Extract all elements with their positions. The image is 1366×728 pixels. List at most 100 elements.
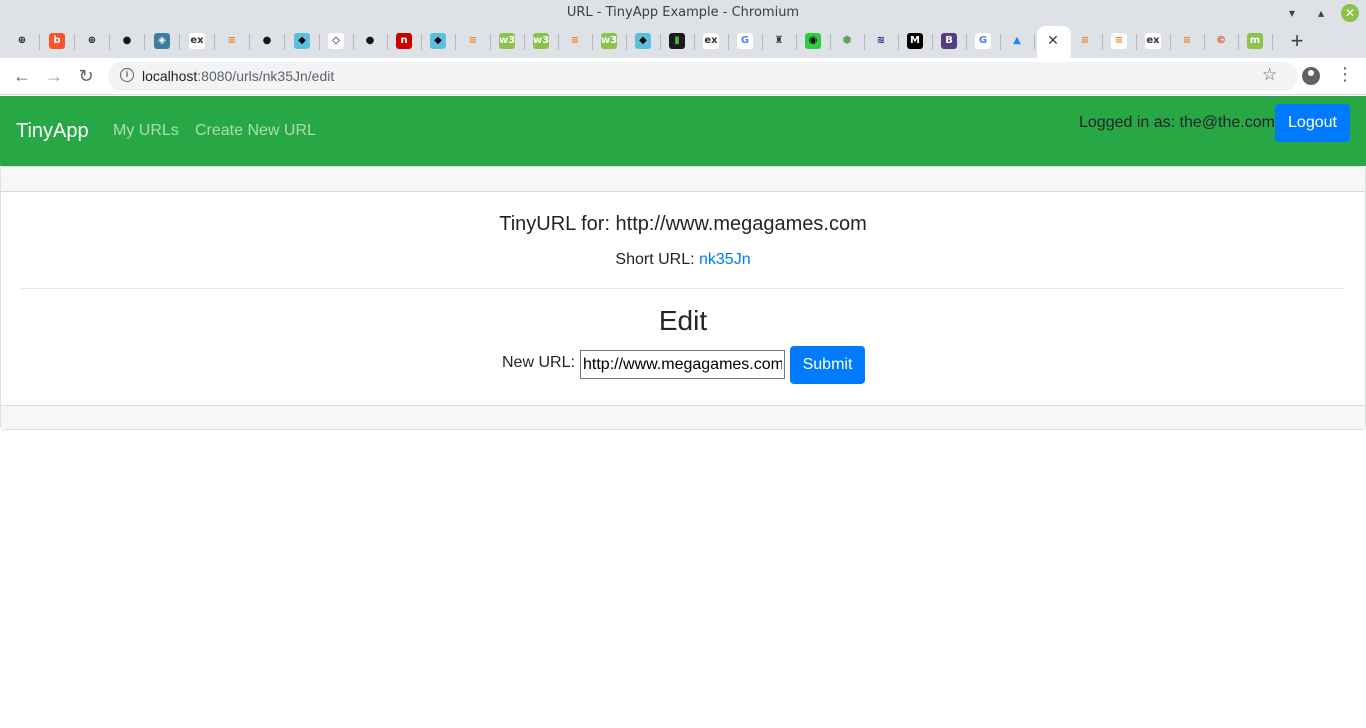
browser-tab[interactable]: ex	[181, 26, 215, 58]
tab-separator	[109, 34, 110, 50]
browser-tab[interactable]: ♜	[763, 26, 797, 58]
stripes-icon: ≋	[873, 33, 889, 49]
minimize-icon[interactable]: ▾	[1283, 4, 1301, 22]
brand-link[interactable]: TinyApp	[16, 120, 89, 143]
tab-separator	[284, 34, 285, 50]
url-path: :8080/urls/nk35Jn/edit	[197, 68, 335, 84]
browser-tab[interactable]: ⬢	[831, 26, 865, 58]
browser-tab[interactable]: ●	[111, 26, 145, 58]
browser-tab[interactable]: ▮	[661, 26, 695, 58]
browser-tab[interactable]: ◆	[286, 26, 320, 58]
info-icon[interactable]: i	[120, 68, 134, 82]
codepen-icon: ◇	[328, 33, 344, 49]
browser-tab[interactable]: ≡	[559, 26, 593, 58]
bootstrap-icon: B	[941, 33, 957, 49]
tab-strip: + ⊕ b ⊕ ● ◈ ex ≡ ● ◆ ◇ ● n ◆ ≡ w3 w3 ≡ w3 ◆ ▮ ex G ♜ ◉ ⬢ ≋ M B G ▲ ✕ ≡ ≡…	[0, 26, 1366, 58]
close-icon[interactable]: ✕	[1045, 33, 1061, 49]
tab-separator	[39, 34, 40, 50]
stackoverflow-icon: ≡	[224, 33, 240, 49]
browser-tab[interactable]: G	[729, 26, 763, 58]
bookmark-star-icon[interactable]: ☆	[1262, 65, 1277, 85]
browser-tab[interactable]: ≋	[865, 26, 899, 58]
browser-tab[interactable]: ⊕	[76, 26, 110, 58]
submit-button[interactable]: Submit	[790, 346, 865, 384]
expressjs-icon: ex	[189, 33, 205, 49]
browser-tab[interactable]: B	[933, 26, 967, 58]
copyright-icon: ©	[1213, 33, 1229, 49]
browser-tab[interactable]: ≡	[216, 26, 250, 58]
browser-tab[interactable]: ◆	[627, 26, 661, 58]
browser-tab[interactable]: ⊕	[6, 26, 40, 58]
nav-link-create-new-url[interactable]: Create New URL	[195, 122, 316, 140]
browser-toolbar: ← → ↻ i localhost:8080/urls/nk35Jn/edit …	[0, 58, 1366, 95]
browser-tab[interactable]: ≡	[1069, 26, 1103, 58]
profile-icon[interactable]	[1302, 67, 1320, 85]
logout-button[interactable]: Logout	[1275, 104, 1350, 142]
menu-icon[interactable]: ⋮	[1336, 64, 1354, 85]
browser-tab[interactable]: ◆	[422, 26, 456, 58]
tab-separator	[179, 34, 180, 50]
stackoverflow-icon: ≡	[465, 33, 481, 49]
browser-tab[interactable]: ©	[1205, 26, 1239, 58]
logged-in-text: Logged in as: the@the.com	[1079, 114, 1275, 131]
browser-tab[interactable]: ▲	[1001, 26, 1035, 58]
maximize-icon[interactable]: ▴	[1312, 4, 1330, 22]
browser-tab[interactable]: ◉	[797, 26, 831, 58]
browser-tab[interactable]: ●	[251, 26, 285, 58]
new-tab-button[interactable]: +	[1286, 29, 1308, 53]
nav-link-my-urls[interactable]: My URLs	[113, 122, 179, 140]
address-bar[interactable]: i localhost:8080/urls/nk35Jn/edit ☆	[108, 62, 1298, 91]
medium-icon: M	[907, 33, 923, 49]
tab-separator	[74, 34, 75, 50]
short-url-line: Short URL: nk35Jn	[1, 251, 1365, 269]
url-host: localhost	[142, 68, 198, 84]
browser-tab[interactable]: ✕	[1037, 26, 1071, 58]
browser-tab[interactable]: G	[967, 26, 1001, 58]
back-button[interactable]: ←	[11, 65, 33, 87]
browser-tab[interactable]: ex	[1137, 26, 1171, 58]
browser-tab[interactable]: ex	[695, 26, 729, 58]
brave-icon: b	[49, 33, 65, 49]
browser-tab[interactable]: M	[899, 26, 933, 58]
browser-tab[interactable]: m	[1239, 26, 1273, 58]
new-url-label: New URL:	[502, 354, 575, 371]
forward-button[interactable]: →	[43, 65, 65, 87]
expressjs-icon: ex	[703, 33, 719, 49]
browser-tab[interactable]: b	[41, 26, 75, 58]
browser-tab[interactable]: ≡	[1103, 26, 1137, 58]
browser-tab[interactable]: ≡	[457, 26, 491, 58]
w3schools-icon: w3	[533, 33, 549, 49]
browser-tab[interactable]: w3	[525, 26, 559, 58]
divider	[21, 288, 1345, 289]
reload-button[interactable]: ↻	[75, 65, 97, 87]
github-icon: ●	[119, 33, 135, 49]
browser-tab[interactable]: ≡	[1171, 26, 1205, 58]
window-close-icon[interactable]: ✕	[1341, 4, 1359, 22]
card-footer	[1, 405, 1365, 429]
browser-tab[interactable]: ●	[354, 26, 388, 58]
google-icon: G	[975, 33, 991, 49]
stackoverflow-icon: ≡	[567, 33, 583, 49]
window-titlebar: URL - TinyApp Example - Chromium ▾ ▴ ✕	[0, 0, 1366, 26]
tab-separator	[455, 34, 456, 50]
expressjs-icon: ex	[1145, 33, 1161, 49]
w3schools-icon: w3	[499, 33, 515, 49]
browser-tab[interactable]: n	[388, 26, 422, 58]
robot-icon: ◉	[805, 33, 821, 49]
browser-tab[interactable]: w3	[593, 26, 627, 58]
edit-heading: Edit	[658, 305, 708, 336]
mustache-icon: ♜	[771, 33, 787, 49]
browser-tab[interactable]: ◈	[146, 26, 180, 58]
nodejs-icon: ⬢	[839, 33, 855, 49]
browser-tab[interactable]: ◇	[320, 26, 354, 58]
new-url-input[interactable]	[580, 350, 785, 379]
browser-tab[interactable]: w3	[491, 26, 525, 58]
address-url[interactable]: localhost:8080/urls/nk35Jn/edit	[142, 68, 334, 84]
tab-separator	[1034, 34, 1035, 50]
chromium-icon: ⊕	[14, 33, 30, 49]
short-url-link[interactable]: nk35Jn	[699, 251, 751, 268]
mongodb-icon: ▮	[669, 33, 685, 49]
tinyurl-title: TinyURL for: http://www.megagames.com	[499, 213, 867, 235]
stackoverflow-icon: ≡	[1077, 33, 1093, 49]
stackoverflow-icon: ≡	[1179, 33, 1195, 49]
